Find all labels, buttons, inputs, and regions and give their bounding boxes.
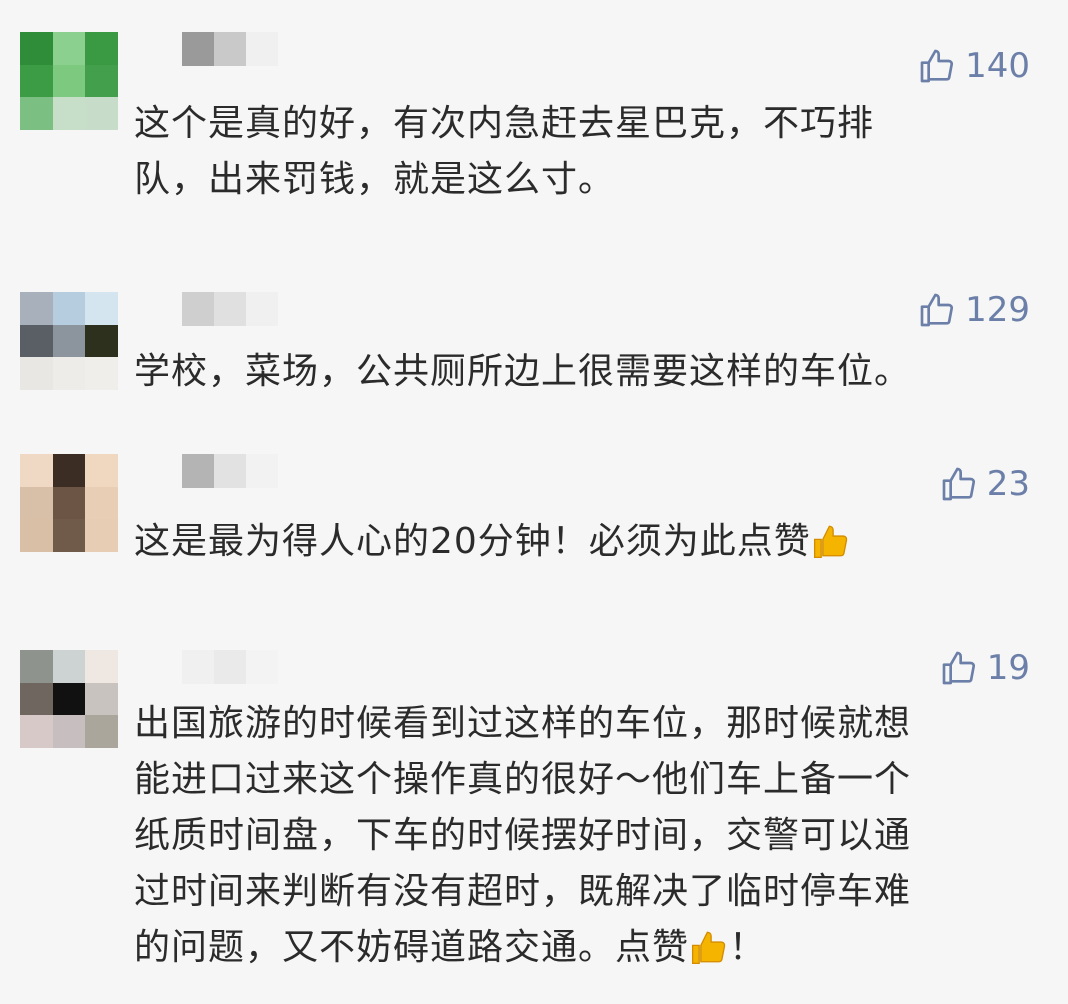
thumbs-up-emoji-icon (813, 525, 848, 559)
like-button[interactable]: 140 (917, 44, 1030, 88)
like-button[interactable]: 23 (939, 462, 1030, 506)
comment-text-body: 出国旅游的时候看到过这样的车位，那时候就想 能进口过来这个操作真的很好～他们车上… (134, 703, 912, 968)
username-pixel (214, 292, 246, 326)
avatar-pixel (85, 292, 118, 325)
avatar-pixel (85, 454, 118, 487)
username-pixel (246, 650, 278, 684)
avatar-pixel (85, 682, 118, 716)
avatar-pixel (85, 97, 118, 130)
avatar-pixel (20, 324, 53, 358)
thumbs-up-emoji-icon (691, 931, 726, 965)
avatar-pixel (85, 32, 118, 65)
comment-text: 这是最为得人心的20分钟！必须为此点赞 (134, 514, 1028, 570)
comment-text: 出国旅游的时候看到过这样的车位，那时候就想 能进口过来这个操作真的很好～他们车上… (134, 696, 1028, 976)
comment-text-body: 这是最为得人心的20分钟！必须为此点赞 (134, 521, 811, 562)
username-pixel (182, 292, 214, 326)
like-button[interactable]: 19 (939, 646, 1030, 690)
thumbs-up-icon (920, 49, 954, 83)
like-count: 19 (986, 648, 1030, 688)
avatar-pixel (52, 64, 86, 98)
avatar-pixel (52, 715, 86, 748)
username-pixelated[interactable] (182, 292, 278, 326)
avatar-pixel (20, 292, 53, 325)
avatar-pixel (85, 519, 118, 552)
avatar-pixel (85, 64, 118, 98)
avatar[interactable] (20, 454, 118, 552)
thumbs-up-icon (942, 467, 975, 501)
username-pixelated[interactable] (182, 454, 278, 488)
like-count: 129 (965, 290, 1030, 330)
username-pixel (246, 454, 278, 488)
avatar-pixel (85, 715, 118, 748)
username-pixel (246, 32, 278, 66)
thumbs-up-icon (942, 651, 975, 685)
username-pixel (246, 292, 278, 326)
avatar-pixel (52, 292, 86, 325)
comment-text: 这个是真的好，有次内急赶去星巴克，不巧排 队，出来罚钱，就是这么寸。 (134, 103, 875, 200)
comment-text-tail: ！ (729, 927, 767, 968)
like-button[interactable]: 129 (917, 288, 1030, 332)
avatar-pixel (85, 486, 118, 520)
avatar[interactable] (20, 292, 118, 390)
avatar-pixel (20, 486, 53, 520)
avatar-pixel (20, 519, 53, 552)
avatar-pixel (52, 454, 86, 487)
avatar-pixel (20, 97, 53, 130)
avatar-pixel (85, 324, 118, 358)
username-pixel (214, 454, 246, 488)
username-pixel (182, 32, 214, 66)
avatar-pixel (52, 486, 86, 520)
avatar-pixel (20, 715, 53, 748)
avatar-pixel (52, 97, 86, 130)
username-pixel (214, 650, 246, 684)
avatar-pixel (20, 357, 53, 390)
username-pixel (182, 454, 214, 488)
comment-text: 学校，菜场，公共厕所边上很需要这样的车位。 (134, 351, 912, 392)
avatar-pixel (52, 682, 86, 716)
avatar-pixel (20, 454, 53, 487)
avatar-pixel (52, 519, 86, 552)
avatar[interactable] (20, 650, 118, 748)
avatar-pixel (52, 357, 86, 390)
thumbs-up-icon (920, 293, 954, 327)
avatar-pixel (52, 650, 86, 683)
avatar-pixel (20, 682, 53, 716)
like-count: 140 (965, 46, 1030, 86)
avatar-pixel (85, 650, 118, 683)
avatar-pixel (20, 32, 53, 65)
avatar-pixel (52, 32, 86, 65)
avatar-pixel (20, 650, 53, 683)
avatar-pixel (85, 357, 118, 390)
username-pixel (214, 32, 246, 66)
username-pixelated[interactable] (182, 32, 278, 66)
avatar-pixel (20, 64, 53, 98)
username-pixelated[interactable] (182, 650, 278, 684)
like-count: 23 (986, 464, 1030, 504)
avatar[interactable] (20, 32, 118, 130)
username-pixel (182, 650, 214, 684)
avatar-pixel (52, 324, 86, 358)
